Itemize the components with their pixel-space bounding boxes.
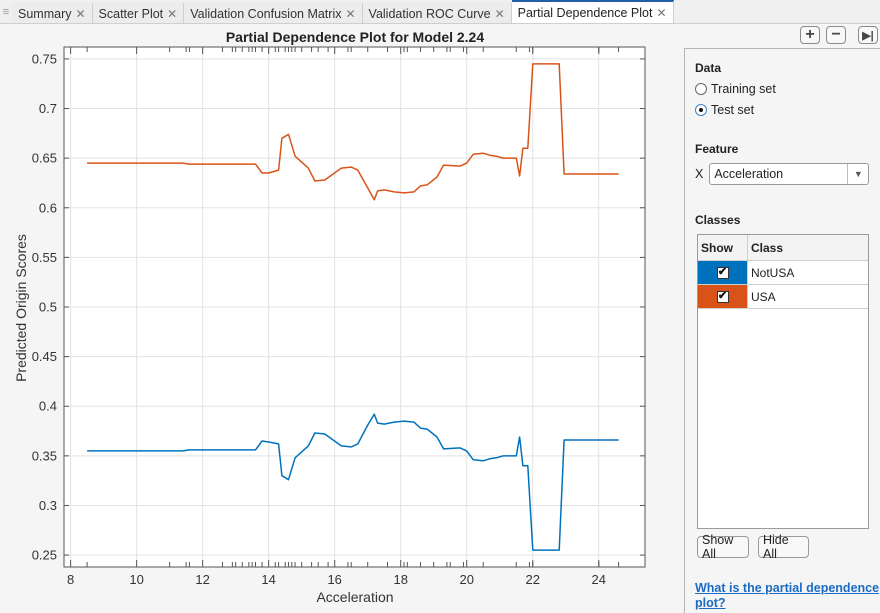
y-tick-label: 0.35 <box>32 448 57 463</box>
tab-summary[interactable]: Summary ✕ <box>12 2 93 23</box>
y-tick-label: 0.6 <box>39 200 57 215</box>
tab-bar: ≡ Summary ✕ Scatter Plot ✕ Validation Conf… <box>0 0 880 24</box>
partial-dependence-chart: 8 10 12 14 16 18 20 22 24 0.25 0.3 0.35 0.4 0.45 0.5 0… <box>13 29 646 605</box>
y-tick-label: 0.7 <box>39 101 57 116</box>
close-icon[interactable]: ✕ <box>656 6 666 20</box>
tab-menu-icon[interactable]: ≡ <box>0 1 12 23</box>
y-tick-label: 0.25 <box>32 548 57 563</box>
zoom-in-button[interactable]: + <box>800 26 820 44</box>
radio-label: Training set <box>711 82 776 96</box>
tab-validation-confusion-matrix[interactable]: Validation Confusion Matrix ✕ <box>184 2 363 23</box>
x-tick-label: 20 <box>460 572 474 587</box>
help-link[interactable]: What is the partial dependence plot? <box>695 581 880 611</box>
feature-dropdown-value: Acceleration <box>714 167 784 181</box>
feature-axis-label: X <box>695 167 704 181</box>
classes-table-header: Show Class <box>698 235 868 261</box>
close-icon[interactable]: ✕ <box>75 7 85 21</box>
y-tick-label: 0.45 <box>32 349 57 364</box>
zoom-out-button[interactable]: − <box>826 26 846 44</box>
y-tick-label: 0.3 <box>39 498 57 513</box>
class-color-cell: ✔ <box>698 261 748 284</box>
close-icon[interactable]: ✕ <box>167 7 177 21</box>
x-axis-label: Acceleration <box>316 589 393 605</box>
settings-panel: Data Training set Test set Feature X Acc… <box>684 48 880 613</box>
collapse-panel-button[interactable]: ▶| <box>858 26 878 44</box>
hide-all-button[interactable]: Hide All <box>758 533 809 561</box>
tab-label: Validation ROC Curve <box>368 6 491 21</box>
x-tick-label: 16 <box>327 572 341 587</box>
tab-partial-dependence-plot[interactable]: Partial Dependence Plot ✕ <box>511 0 674 23</box>
radio-label: Test set <box>711 103 755 117</box>
chart-title: Partial Dependence Plot for Model 2.24 <box>226 29 485 45</box>
tab-label: Partial Dependence Plot <box>517 5 653 20</box>
class-name: USA <box>751 289 776 304</box>
tab-label: Scatter Plot <box>98 6 164 21</box>
x-tick-label: 14 <box>261 572 275 587</box>
tab-scatter-plot[interactable]: Scatter Plot ✕ <box>92 2 185 23</box>
x-tick-label: 12 <box>195 572 209 587</box>
class-color-cell: ✔ <box>698 285 748 308</box>
y-tick-label: 0.4 <box>39 399 57 414</box>
y-axis-label: Predicted Origin Scores <box>13 234 29 382</box>
x-tick-label: 18 <box>393 572 407 587</box>
tab-label: Summary <box>18 6 72 21</box>
training-set-radio[interactable]: Training set <box>695 82 776 96</box>
column-header-show: Show <box>698 235 748 260</box>
classes-section-title: Classes <box>695 213 741 227</box>
show-checkbox[interactable]: ✔ <box>716 290 729 303</box>
x-tick-label: 10 <box>129 572 143 587</box>
tab-validation-roc-curve[interactable]: Validation ROC Curve ✕ <box>362 2 512 23</box>
chevron-down-icon[interactable]: ▼ <box>847 164 868 184</box>
y-tick-label: 0.5 <box>39 300 57 315</box>
close-icon[interactable]: ✕ <box>495 7 505 21</box>
class-row-notusa: ✔ NotUSA <box>698 261 868 285</box>
show-checkbox[interactable]: ✔ <box>716 266 729 279</box>
minus-icon: − <box>831 26 841 43</box>
class-name: NotUSA <box>751 265 795 280</box>
classes-table: Show Class ✔ NotUSA ✔ USA <box>697 234 869 529</box>
radio-selected-icon[interactable] <box>695 104 707 116</box>
feature-section-title: Feature <box>695 142 739 156</box>
column-header-class: Class <box>751 240 784 255</box>
show-all-button[interactable]: Show All <box>697 533 749 561</box>
skip-to-end-icon: ▶| <box>862 29 874 42</box>
x-tick-label: 8 <box>67 572 74 587</box>
y-tick-label: 0.75 <box>32 51 57 66</box>
x-tick-label: 22 <box>526 572 540 587</box>
plus-icon: + <box>805 26 815 43</box>
test-set-radio[interactable]: Test set <box>695 103 754 117</box>
close-icon[interactable]: ✕ <box>345 7 355 21</box>
feature-row: X Acceleration ▼ <box>695 163 870 185</box>
feature-dropdown[interactable]: Acceleration ▼ <box>709 163 870 185</box>
x-tick-label: 24 <box>592 572 606 587</box>
radio-icon[interactable] <box>695 83 707 95</box>
y-tick-label: 0.55 <box>32 250 57 265</box>
class-row-usa: ✔ USA <box>698 285 868 309</box>
tab-label: Validation Confusion Matrix <box>190 6 342 21</box>
data-section-title: Data <box>695 61 722 75</box>
y-tick-label: 0.65 <box>32 151 57 166</box>
